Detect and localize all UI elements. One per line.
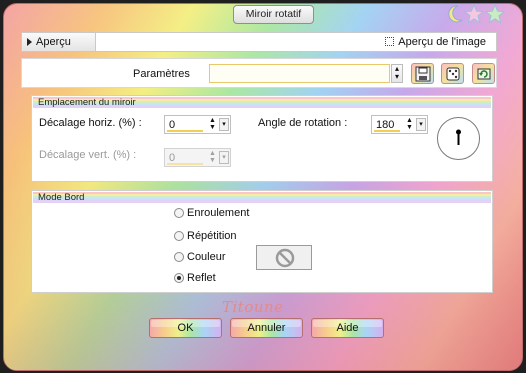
settings-panel: Paramètres ▴ ▾ [21,58,497,88]
star-icon [485,4,505,24]
chevron-down-icon[interactable]: ▾ [219,151,229,164]
save-icon [415,66,431,82]
radio-repeat-label: Répétition [187,230,237,242]
radio-reflect-label: Reflet [187,272,216,284]
image-preview-label: Aperçu de l'image [398,36,486,48]
vert-offset-spinner[interactable]: ▲ ▼ [207,150,218,165]
color-swatch[interactable] [256,245,312,270]
window-title: Miroir rotatif [233,5,314,24]
save-preset-button[interactable] [411,63,434,84]
signature-watermark: Titoune [222,298,284,316]
help-button-label: Aide [336,322,359,334]
chevron-down-icon[interactable]: ▾ [416,118,426,131]
preview-bar: Aperçu Aperçu de l'image [21,32,497,52]
chevron-down-icon[interactable]: ▾ [219,118,229,131]
checkbox-icon [385,37,395,46]
randomize-button[interactable] [441,63,464,84]
radio-color-label: Couleur [187,251,226,263]
rotation-angle-label: Angle de rotation : [258,117,348,129]
help-button[interactable]: Aide [311,318,384,338]
rotation-dial[interactable] [437,117,480,160]
preview-toggle-button[interactable]: Aperçu [22,33,96,51]
edge-mode-group: Mode Bord [31,190,493,293]
expand-triangle-icon [27,38,32,46]
radio-wrap-button[interactable] [174,208,184,218]
moon-icon [448,5,463,23]
radio-reflect-button[interactable] [174,273,184,283]
radio-repeat-button[interactable] [174,231,184,241]
value-underline [167,163,203,165]
settings-label: Paramètres [133,68,190,80]
reset-icon [477,68,491,80]
group-header: Mode Bord [33,192,491,203]
value-underline [167,130,203,132]
value-underline [374,130,400,132]
group-header: Emplacement du miroir [33,97,491,108]
radio-wrap-label: Enroulement [187,207,250,219]
ok-button[interactable]: OK [149,318,222,338]
star-icon [464,4,484,24]
horiz-offset-spinner[interactable]: ▲ ▼ [207,117,218,132]
cancel-button-label: Annuler [247,322,286,334]
dice-icon [446,67,460,81]
dial-needle-icon [456,129,461,145]
group-title: Emplacement du miroir [38,97,136,108]
vert-offset-label: Décalage vert. (%) : [39,149,137,161]
image-preview-checkbox[interactable]: Aperçu de l'image [385,35,486,49]
group-title: Mode Bord [38,192,85,203]
vert-offset-input[interactable]: 0 ▲ ▼ ▾ [164,148,231,167]
radio-color-button[interactable] [174,252,184,262]
horiz-offset-label: Décalage horiz. (%) : [39,117,142,129]
horiz-offset-input[interactable]: 0 ▲ ▼ ▾ [164,115,231,134]
rotation-angle-spinner[interactable]: ▲ ▼ [404,117,415,132]
preview-tab-label: Aperçu [36,36,71,48]
settings-combo-dropdown[interactable]: ▴ ▾ [391,64,403,83]
ok-button-label: OK [177,322,194,334]
reset-default-button[interactable] [472,63,495,84]
rotation-angle-input[interactable]: 180 ▲ ▼ ▾ [371,115,428,134]
settings-combo-input[interactable] [209,64,390,83]
cancel-button[interactable]: Annuler [230,318,303,338]
mirror-placement-group: Emplacement du miroir [31,95,493,182]
disabled-icon [275,248,295,268]
